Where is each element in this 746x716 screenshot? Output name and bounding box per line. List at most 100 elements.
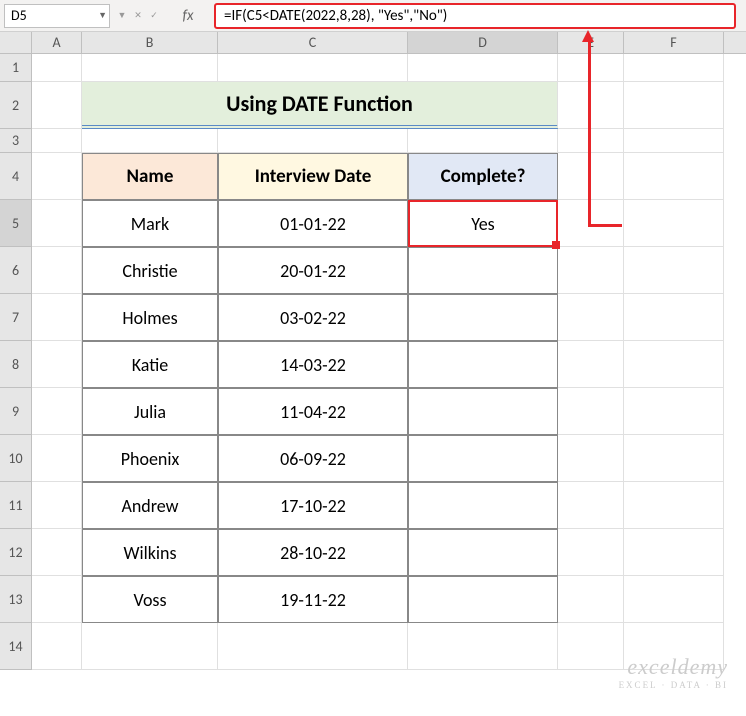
cell-A11[interactable] xyxy=(32,482,82,529)
cell-A5[interactable] xyxy=(32,200,82,247)
formula-bar[interactable]: =IF(C5<DATE(2022,8,28), "Yes","No") xyxy=(214,3,736,29)
cell-B3[interactable] xyxy=(82,129,218,153)
cell-C5[interactable]: 01-01-22 xyxy=(218,200,408,247)
cell-C11[interactable]: 17-10-22 xyxy=(218,482,408,529)
cell-E11[interactable] xyxy=(558,482,624,529)
cell-B13[interactable]: Voss xyxy=(82,576,218,623)
col-header-A[interactable]: A xyxy=(32,32,82,53)
cell-D1[interactable] xyxy=(408,54,558,82)
cell-F6[interactable] xyxy=(624,247,724,294)
header-complete[interactable]: Complete? xyxy=(408,153,558,200)
cell-D10[interactable] xyxy=(408,435,558,482)
cell-D6[interactable] xyxy=(408,247,558,294)
select-all-corner[interactable] xyxy=(0,32,32,53)
cell-C6[interactable]: 20-01-22 xyxy=(218,247,408,294)
name-box[interactable]: D5 ▼ xyxy=(4,4,110,28)
cell-D11[interactable] xyxy=(408,482,558,529)
cell-D13[interactable] xyxy=(408,576,558,623)
cell-A2[interactable] xyxy=(32,82,82,129)
col-header-D[interactable]: D xyxy=(408,32,558,53)
fill-handle[interactable] xyxy=(552,241,560,249)
cell-D8[interactable] xyxy=(408,341,558,388)
cell-B6[interactable]: Christie xyxy=(82,247,218,294)
cell-E8[interactable] xyxy=(558,341,624,388)
row-header-10[interactable]: 10 xyxy=(0,435,32,482)
cell-E4[interactable] xyxy=(558,153,624,200)
cell-E1[interactable] xyxy=(558,54,624,82)
col-header-F[interactable]: F xyxy=(624,32,724,53)
cell-D7[interactable] xyxy=(408,294,558,341)
cell-B8[interactable]: Katie xyxy=(82,341,218,388)
name-box-dropdown-icon[interactable]: ▼ xyxy=(98,10,107,21)
cell-F7[interactable] xyxy=(624,294,724,341)
cancel-icon[interactable]: ✕ xyxy=(130,5,146,27)
cell-E6[interactable] xyxy=(558,247,624,294)
cell-B7[interactable]: Holmes xyxy=(82,294,218,341)
cell-C9[interactable]: 11-04-22 xyxy=(218,388,408,435)
header-name[interactable]: Name xyxy=(82,153,218,200)
row-header-2[interactable]: 2 xyxy=(0,82,32,129)
cell-A8[interactable] xyxy=(32,341,82,388)
check-icon[interactable]: ✓ xyxy=(146,5,162,27)
row-header-11[interactable]: 11 xyxy=(0,482,32,529)
cell-F8[interactable] xyxy=(624,341,724,388)
row-header-13[interactable]: 13 xyxy=(0,576,32,623)
cell-E9[interactable] xyxy=(558,388,624,435)
cell-E2[interactable] xyxy=(558,82,624,129)
cell-F11[interactable] xyxy=(624,482,724,529)
cell-A10[interactable] xyxy=(32,435,82,482)
cell-C1[interactable] xyxy=(218,54,408,82)
cell-C14[interactable] xyxy=(218,623,408,670)
cell-D3[interactable] xyxy=(408,129,558,153)
cell-A9[interactable] xyxy=(32,388,82,435)
cell-B14[interactable] xyxy=(82,623,218,670)
fx-icon[interactable]: fx xyxy=(174,7,202,25)
cell-B12[interactable]: Wilkins xyxy=(82,529,218,576)
row-header-8[interactable]: 8 xyxy=(0,341,32,388)
cell-D14[interactable] xyxy=(408,623,558,670)
cell-E14[interactable] xyxy=(558,623,624,670)
cell-A12[interactable] xyxy=(32,529,82,576)
cell-C13[interactable]: 19-11-22 xyxy=(218,576,408,623)
cell-F2[interactable] xyxy=(624,82,724,129)
row-header-14[interactable]: 14 xyxy=(0,623,32,670)
cell-A7[interactable] xyxy=(32,294,82,341)
cell-F3[interactable] xyxy=(624,129,724,153)
row-header-3[interactable]: 3 xyxy=(0,129,32,153)
cell-C10[interactable]: 06-09-22 xyxy=(218,435,408,482)
cell-B1[interactable] xyxy=(82,54,218,82)
cell-F4[interactable] xyxy=(624,153,724,200)
cell-A4[interactable] xyxy=(32,153,82,200)
cell-C3[interactable] xyxy=(218,129,408,153)
cell-E7[interactable] xyxy=(558,294,624,341)
title-cell[interactable]: Using DATE Function xyxy=(82,82,558,129)
col-header-B[interactable]: B xyxy=(82,32,218,53)
cell-E13[interactable] xyxy=(558,576,624,623)
cell-F5[interactable] xyxy=(624,200,724,247)
cell-D9[interactable] xyxy=(408,388,558,435)
cell-F12[interactable] xyxy=(624,529,724,576)
cell-A3[interactable] xyxy=(32,129,82,153)
cell-D12[interactable] xyxy=(408,529,558,576)
cell-F10[interactable] xyxy=(624,435,724,482)
cell-F1[interactable] xyxy=(624,54,724,82)
cell-B9[interactable]: Julia xyxy=(82,388,218,435)
cell-F9[interactable] xyxy=(624,388,724,435)
cell-A13[interactable] xyxy=(32,576,82,623)
row-header-5[interactable]: 5 xyxy=(0,200,32,247)
row-header-6[interactable]: 6 xyxy=(0,247,32,294)
cell-C7[interactable]: 03-02-22 xyxy=(218,294,408,341)
cell-E12[interactable] xyxy=(558,529,624,576)
row-header-7[interactable]: 7 xyxy=(0,294,32,341)
cell-B10[interactable]: Phoenix xyxy=(82,435,218,482)
header-interview-date[interactable]: Interview Date xyxy=(218,153,408,200)
row-header-9[interactable]: 9 xyxy=(0,388,32,435)
cell-A1[interactable] xyxy=(32,54,82,82)
cell-B11[interactable]: Andrew xyxy=(82,482,218,529)
cell-B5[interactable]: Mark xyxy=(82,200,218,247)
chevron-down-icon[interactable]: ▼ xyxy=(114,5,130,27)
cell-F13[interactable] xyxy=(624,576,724,623)
row-header-1[interactable]: 1 xyxy=(0,54,32,82)
cell-D5-selected[interactable]: Yes xyxy=(408,200,558,247)
row-header-4[interactable]: 4 xyxy=(0,153,32,200)
